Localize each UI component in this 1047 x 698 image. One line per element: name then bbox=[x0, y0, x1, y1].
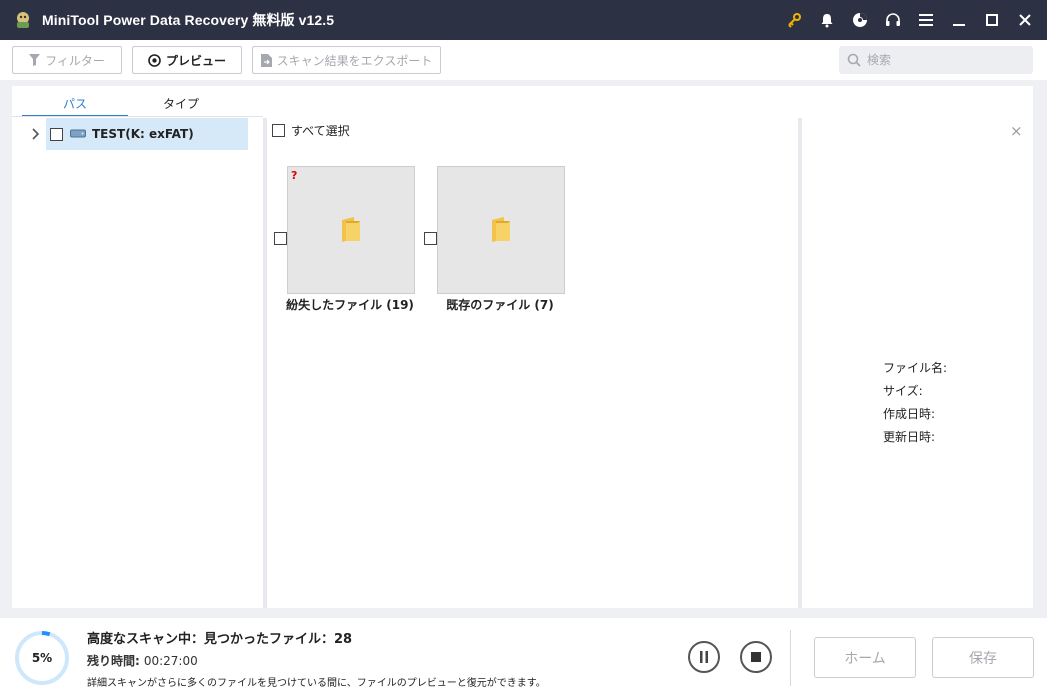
folder-icon bbox=[490, 217, 512, 246]
existing-files-thumbnail[interactable] bbox=[437, 166, 565, 294]
key-icon[interactable] bbox=[777, 0, 810, 40]
preview-button[interactable]: プレビュー bbox=[132, 46, 242, 74]
scan-hint: 詳細スキャンがさらに多くのファイルを見つけている間に、ファイルのプレビューと復元… bbox=[87, 678, 546, 689]
app-logo-icon bbox=[12, 9, 34, 31]
splitter-left[interactable] bbox=[263, 118, 267, 608]
remaining-time: 残り時間: 00:27:00 bbox=[87, 652, 198, 669]
menu-icon[interactable] bbox=[909, 0, 942, 40]
pause-button[interactable] bbox=[688, 641, 720, 673]
select-all[interactable]: すべて選択 bbox=[272, 122, 350, 139]
headset-icon[interactable] bbox=[876, 0, 909, 40]
drive-icon bbox=[70, 129, 86, 138]
export-icon bbox=[260, 53, 272, 67]
save-button[interactable]: 保存 bbox=[932, 637, 1034, 678]
bell-icon[interactable] bbox=[810, 0, 843, 40]
select-all-label: すべて選択 bbox=[291, 124, 350, 138]
detail-filename-label: ファイル名: bbox=[883, 361, 948, 375]
status-bar: 5% 高度なスキャン中：見つかったファイル：28 残り時間: 00:27:00 詳… bbox=[0, 618, 1047, 698]
file-details: ファイル名: サイズ: 作成日時: 更新日時: bbox=[883, 357, 947, 449]
progress-percent: 5% bbox=[31, 651, 53, 665]
pause-icon bbox=[700, 651, 708, 663]
home-button[interactable]: ホーム bbox=[814, 637, 916, 678]
tab-type[interactable]: タイプ bbox=[128, 90, 234, 116]
detail-size-label: サイズ: bbox=[883, 384, 923, 398]
tab-path[interactable]: パス bbox=[22, 90, 128, 117]
select-all-checkbox[interactable] bbox=[272, 124, 285, 137]
preview-label: プレビュー bbox=[165, 53, 226, 68]
eye-icon bbox=[148, 53, 161, 67]
disc-icon[interactable] bbox=[843, 0, 876, 40]
view-tabs: パス タイプ bbox=[22, 90, 234, 117]
tree-item-label: TEST(K: exFAT) bbox=[92, 127, 194, 141]
filter-button[interactable]: フィルター bbox=[12, 46, 122, 74]
tree-item-checkbox[interactable] bbox=[50, 127, 63, 141]
lost-files-caption: 紛失したファイル (19) bbox=[286, 298, 414, 312]
tree-item-drive[interactable]: TEST(K: exFAT) bbox=[46, 118, 248, 150]
close-preview-icon[interactable]: × bbox=[1010, 122, 1023, 140]
stop-button[interactable] bbox=[740, 641, 772, 673]
toolbar: フィルター プレビュー スキャン結果をエクスポート bbox=[0, 40, 1047, 80]
splitter-right[interactable] bbox=[798, 118, 802, 608]
unknown-badge: ? bbox=[291, 169, 298, 182]
export-button[interactable]: スキャン結果をエクスポート bbox=[252, 46, 441, 74]
scan-status-title: 高度なスキャン中：見つかったファイル：28 bbox=[87, 632, 353, 647]
status-divider bbox=[790, 630, 791, 686]
existing-files-checkbox[interactable] bbox=[424, 232, 437, 245]
export-label: スキャン結果をエクスポート bbox=[276, 53, 433, 68]
search-icon bbox=[847, 53, 861, 67]
app-title: MiniTool Power Data Recovery 無料版 v12.5 bbox=[42, 12, 335, 28]
remaining-label: 残り時間: bbox=[87, 654, 140, 668]
maximize-icon[interactable] bbox=[975, 0, 1008, 40]
search-input[interactable] bbox=[867, 53, 1017, 67]
minimize-icon[interactable] bbox=[942, 0, 975, 40]
detail-created-label: 作成日時: bbox=[883, 407, 936, 421]
detail-modified-label: 更新日時: bbox=[883, 430, 936, 444]
lost-files-thumbnail[interactable]: ? bbox=[287, 166, 415, 294]
main-panel: パス タイプ TEST(K: exFAT) すべて選択 ? 紛失したファイル (… bbox=[12, 86, 1033, 608]
existing-files-caption: 既存のファイル (7) bbox=[446, 298, 554, 312]
folder-icon bbox=[340, 217, 362, 246]
chevron-right-icon[interactable] bbox=[32, 128, 40, 143]
title-bar: MiniTool Power Data Recovery 無料版 v12.5 bbox=[0, 0, 1047, 40]
close-icon[interactable] bbox=[1008, 0, 1041, 40]
filter-icon bbox=[29, 54, 41, 66]
tabs-divider bbox=[12, 116, 263, 117]
stop-icon bbox=[751, 652, 761, 662]
lost-files-checkbox[interactable] bbox=[274, 232, 287, 245]
filter-label: フィルター bbox=[45, 53, 105, 68]
search-box bbox=[839, 46, 1033, 74]
remaining-value: 00:27:00 bbox=[143, 654, 198, 668]
